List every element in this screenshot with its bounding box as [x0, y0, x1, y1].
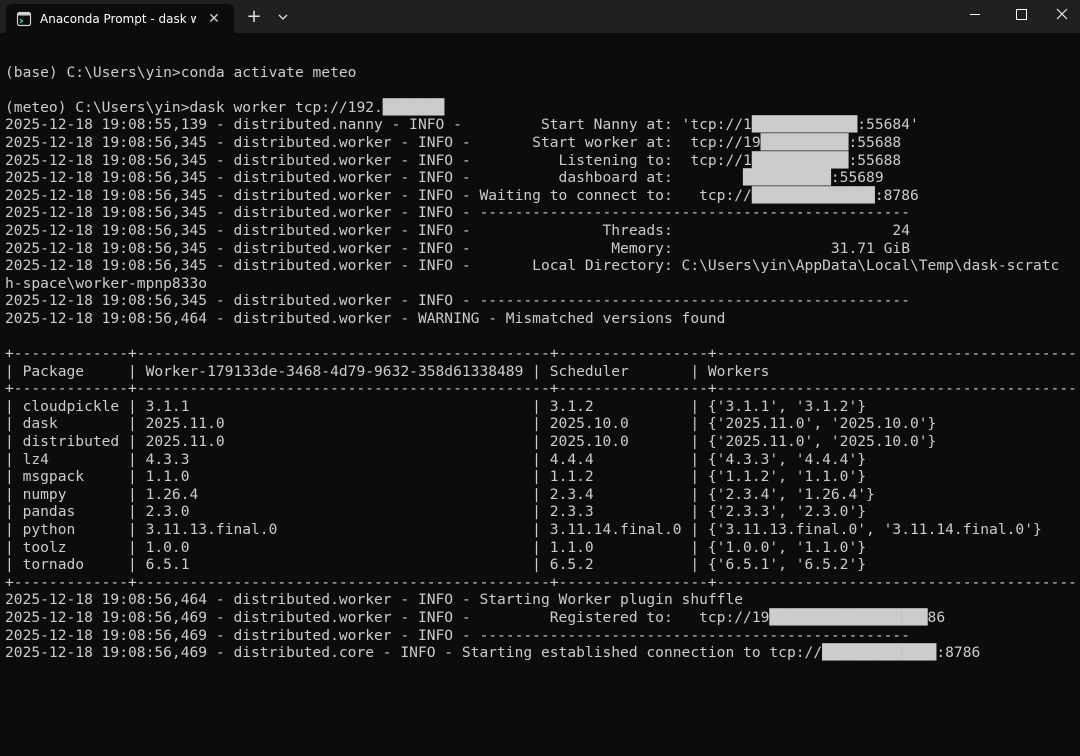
console-line: 2025-12-18 19:08:55,139 - distributed.na… [5, 116, 919, 134]
console-line: 2025-12-18 19:08:56,469 - distributed.wo… [5, 626, 910, 644]
console-line: | pandas | 2.3.0 | 2.3.3 | {'2.3.3', '2.… [5, 503, 1075, 521]
console-line: | dask | 2025.11.0 | 2025.10.0 | {'2025.… [5, 415, 1075, 433]
console-line: | tornado | 6.5.1 | 6.5.2 | {'6.5.1', '6… [5, 556, 1075, 574]
console-line: 2025-12-18 19:08:56,345 - distributed.wo… [5, 204, 910, 222]
console-line: 2025-12-18 19:08:56,464 - distributed.wo… [5, 309, 726, 327]
window-close-icon[interactable] [1044, 0, 1080, 30]
console-line: 2025-12-18 19:08:56,345 - distributed.wo… [5, 169, 884, 187]
console-line: 2025-12-18 19:08:56,345 - distributed.wo… [5, 151, 902, 169]
console-line: +-------------+-------------------------… [5, 573, 1075, 591]
terminal-output[interactable]: (base) C:\Users\yin>conda activate meteo… [5, 46, 1075, 746]
minimize-icon[interactable] [952, 0, 998, 30]
console-line: 2025-12-18 19:08:56,469 - distributed.wo… [5, 609, 946, 626]
console-line: | msgpack | 1.1.0 | 1.1.2 | {'1.1.2', '1… [5, 468, 1075, 486]
console-line: 2025-12-18 19:08:56,345 - distributed.wo… [5, 292, 910, 310]
console-line: 2025-12-18 19:08:56,464 - distributed.wo… [5, 591, 744, 609]
console-line: h-space\worker-mpnp833o [5, 274, 208, 292]
chevron-down-icon[interactable] [272, 6, 294, 28]
terminal-tab[interactable]: Anaconda Prompt - dask worker tcp:// ✕ [6, 4, 234, 33]
console-line: 2025-12-18 19:08:56,345 - distributed.wo… [5, 239, 910, 257]
console-line: 2025-12-18 19:08:56,345 - distributed.wo… [5, 257, 1060, 275]
tab-title: Anaconda Prompt - dask worker tcp:// [40, 12, 196, 26]
close-icon[interactable]: ✕ [204, 9, 224, 29]
console-line: | python | 3.11.13.final.0 | 3.11.14.fin… [5, 521, 1075, 539]
title-bar: Anaconda Prompt - dask worker tcp:// ✕ + [0, 0, 1080, 33]
new-tab-button[interactable]: + [242, 6, 266, 28]
console-line: | distributed | 2025.11.0 | 2025.10.0 | … [5, 433, 1075, 451]
terminal-icon [16, 11, 32, 27]
console-line: | cloudpickle | 3.1.1 | 3.1.2 | {'3.1.1'… [5, 397, 1075, 415]
console-line: 2025-12-18 19:08:56,469 - distributed.co… [5, 644, 981, 662]
console-line: 2025-12-18 19:08:56,345 - distributed.wo… [5, 133, 902, 151]
console-line: | Package | Worker-179133de-3468-4d79-96… [5, 362, 1075, 380]
console-line: | toolz | 1.0.0 | 1.1.0 | {'1.0.0', '1.1… [5, 538, 1075, 556]
console-line: (base) C:\Users\yin>conda activate meteo [5, 63, 357, 81]
console-line: +-------------+-------------------------… [5, 345, 1075, 363]
maximize-icon[interactable] [998, 0, 1044, 30]
console-line: 2025-12-18 19:08:56,345 - distributed.wo… [5, 186, 919, 204]
console-line: +-------------+-------------------------… [5, 380, 1075, 398]
console-line: 2025-12-18 19:08:56,345 - distributed.wo… [5, 221, 910, 239]
console-line: | lz4 | 4.3.3 | 4.4.4 | {'4.3.3', '4.4.4… [5, 450, 1075, 468]
console-line: (meteo) C:\Users\yin>dask worker tcp://1… [5, 98, 445, 116]
console-line: | numpy | 1.26.4 | 2.3.4 | {'2.3.4', '1.… [5, 485, 1075, 503]
